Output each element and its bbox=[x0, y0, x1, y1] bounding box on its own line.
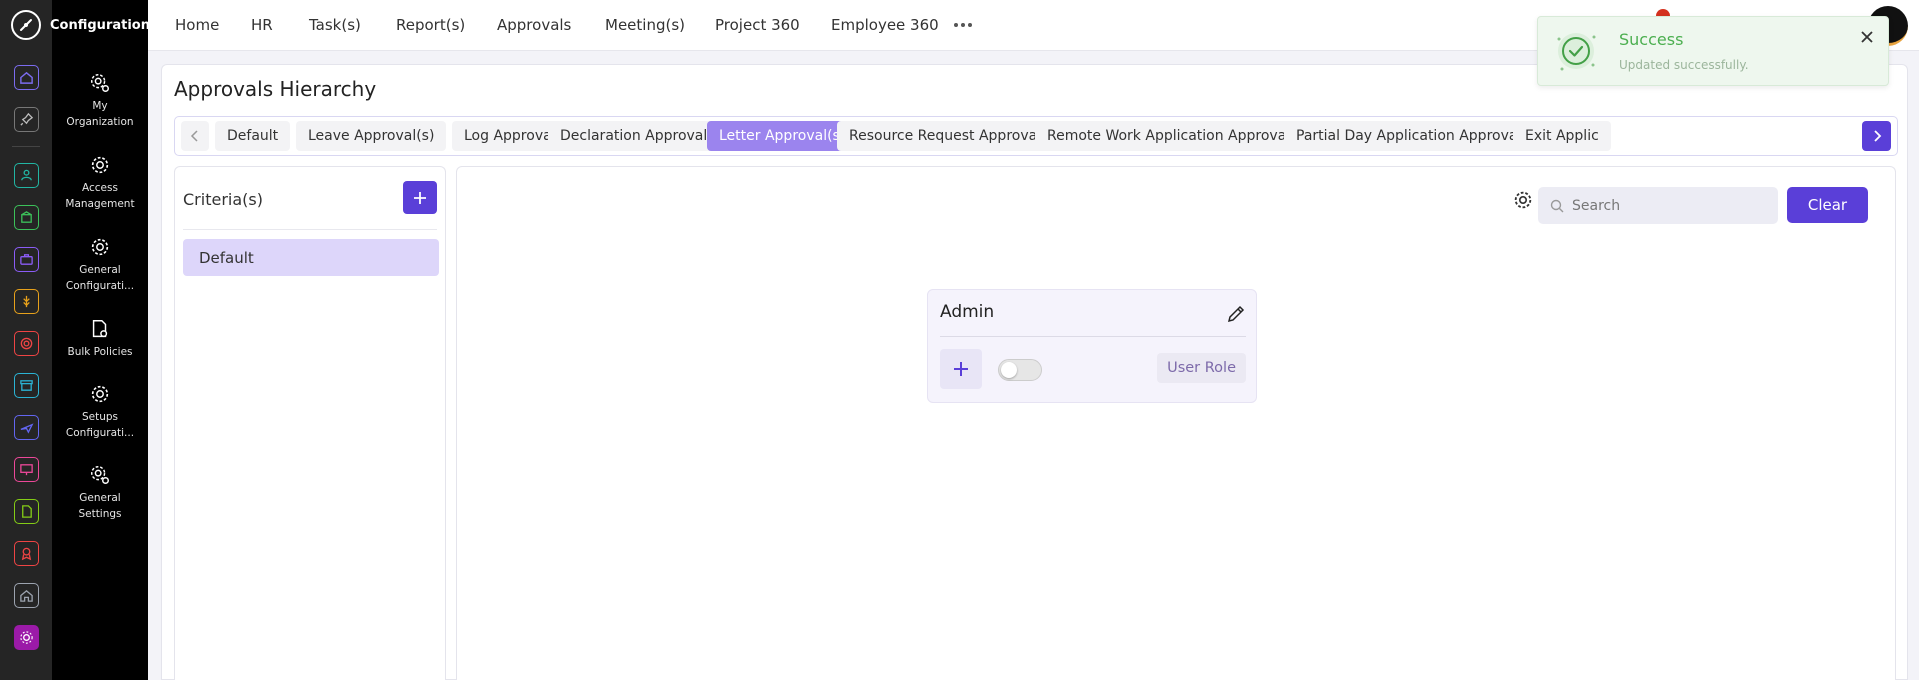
nav-tasks[interactable]: Task(s) bbox=[309, 16, 361, 34]
nav-project-360[interactable]: Project 360 bbox=[715, 16, 800, 34]
app-logo-icon[interactable] bbox=[11, 10, 41, 40]
presentation-icon[interactable] bbox=[14, 457, 39, 482]
nav-meetings[interactable]: Meeting(s) bbox=[605, 16, 685, 34]
sidebar-item-general-settings[interactable]: General Settings bbox=[52, 464, 148, 522]
gear-icon bbox=[91, 156, 109, 174]
add-criteria-button[interactable] bbox=[403, 181, 437, 214]
clear-button[interactable]: Clear bbox=[1787, 187, 1868, 223]
app-rail bbox=[0, 0, 52, 680]
close-icon[interactable] bbox=[1860, 30, 1874, 44]
config-sidebar: Configuration My Organization Access Man… bbox=[50, 0, 150, 680]
document-icon[interactable] bbox=[14, 499, 39, 524]
tab-remote-work-application-approvals[interactable]: Remote Work Application Approval(s) bbox=[1035, 121, 1321, 151]
sidebar-item-label: My Organization bbox=[66, 100, 134, 128]
archive-icon[interactable] bbox=[14, 373, 39, 398]
settings-icon[interactable] bbox=[14, 625, 39, 650]
tabs-scroll-left-button[interactable] bbox=[181, 121, 209, 151]
plane-icon[interactable] bbox=[14, 415, 39, 440]
sidebar-item-setups-configuration[interactable]: Setups Configurati... bbox=[52, 383, 148, 441]
settings-gears-icon bbox=[91, 466, 109, 484]
team-icon[interactable] bbox=[14, 163, 39, 188]
toast-title: Success bbox=[1619, 30, 1684, 49]
criteria-panel: Criteria(s) Default bbox=[174, 166, 446, 680]
tab-leave-approvals[interactable]: Leave Approval(s) bbox=[296, 121, 447, 151]
target-icon[interactable] bbox=[14, 331, 39, 356]
sidebar-item-bulk-policies[interactable]: Bulk Policies bbox=[52, 318, 148, 360]
sidebar-item-general-configuration[interactable]: General Configurati... bbox=[52, 236, 148, 294]
chevron-left-icon bbox=[190, 130, 198, 142]
rail-divider bbox=[12, 146, 40, 147]
node-divider bbox=[940, 336, 1246, 337]
sidebar-item-label: Access Management bbox=[65, 182, 135, 210]
tab-exit-application-approvals[interactable]: Exit Applic bbox=[1513, 121, 1611, 151]
search-input[interactable] bbox=[1572, 197, 1762, 214]
pencil-icon[interactable] bbox=[1226, 304, 1246, 324]
wheat-icon[interactable] bbox=[14, 289, 39, 314]
node-title: Admin bbox=[940, 302, 995, 322]
sidebar-item-label: Bulk Policies bbox=[67, 346, 133, 358]
add-approver-button[interactable] bbox=[940, 349, 982, 389]
sidebar-title: Configuration bbox=[50, 17, 150, 33]
toast-message: Updated successfully. bbox=[1619, 58, 1749, 72]
success-toast: Success Updated successfully. bbox=[1537, 16, 1889, 86]
briefcase-icon[interactable] bbox=[14, 247, 39, 272]
approval-tabs: Default Leave Approval(s) Log Approval(s… bbox=[174, 116, 1898, 156]
home-icon[interactable] bbox=[14, 65, 39, 90]
approver-toggle[interactable] bbox=[998, 359, 1042, 381]
policy-document-icon bbox=[92, 320, 108, 338]
check-circle-icon bbox=[1557, 33, 1596, 71]
tabs-scroll-right-button[interactable] bbox=[1862, 121, 1891, 151]
search-box bbox=[1538, 187, 1778, 224]
nav-hr[interactable]: HR bbox=[251, 16, 273, 34]
sidebar-item-my-organization[interactable]: My Organization bbox=[52, 72, 148, 130]
hierarchy-panel: Clear Admin User Role bbox=[456, 166, 1896, 680]
more-menu-icon[interactable] bbox=[954, 23, 972, 27]
organization-gear-icon bbox=[91, 74, 109, 92]
box-icon[interactable] bbox=[14, 205, 39, 230]
user-role-button[interactable]: User Role bbox=[1157, 353, 1246, 383]
gear-icon bbox=[91, 385, 109, 403]
chevron-right-icon bbox=[1873, 130, 1881, 142]
nav-approvals[interactable]: Approvals bbox=[497, 16, 571, 34]
page-title: Approvals Hierarchy bbox=[174, 77, 377, 101]
award-icon[interactable] bbox=[14, 541, 39, 566]
main-card: Approvals Hierarchy Default Leave Approv… bbox=[161, 64, 1908, 680]
sidebar-item-label: General Settings bbox=[78, 492, 122, 520]
plus-icon bbox=[954, 362, 968, 376]
house-icon[interactable] bbox=[14, 583, 39, 608]
criteria-item-default[interactable]: Default bbox=[183, 239, 439, 276]
tab-partial-day-application-approvals[interactable]: Partial Day Application Approval(s) bbox=[1284, 121, 1552, 151]
criteria-header: Criteria(s) bbox=[183, 180, 437, 230]
tab-letter-approvals[interactable]: Letter Approval(s) bbox=[707, 121, 858, 151]
sidebar-item-label: General Configurati... bbox=[65, 264, 135, 292]
hierarchy-node-card: Admin User Role bbox=[927, 289, 1257, 403]
nav-employee-360[interactable]: Employee 360 bbox=[831, 16, 939, 34]
nav-home[interactable]: Home bbox=[175, 16, 219, 34]
nav-reports[interactable]: Report(s) bbox=[396, 16, 465, 34]
plus-icon bbox=[414, 191, 426, 204]
sidebar-item-label: Setups Configurati... bbox=[65, 411, 135, 439]
search-icon bbox=[1550, 199, 1564, 212]
pin-icon[interactable] bbox=[14, 107, 39, 132]
sidebar-item-access-management[interactable]: Access Management bbox=[52, 154, 148, 212]
tab-default[interactable]: Default bbox=[215, 121, 291, 151]
gear-icon bbox=[91, 238, 109, 256]
gear-icon[interactable] bbox=[1512, 189, 1534, 211]
criteria-title: Criteria(s) bbox=[183, 190, 263, 209]
